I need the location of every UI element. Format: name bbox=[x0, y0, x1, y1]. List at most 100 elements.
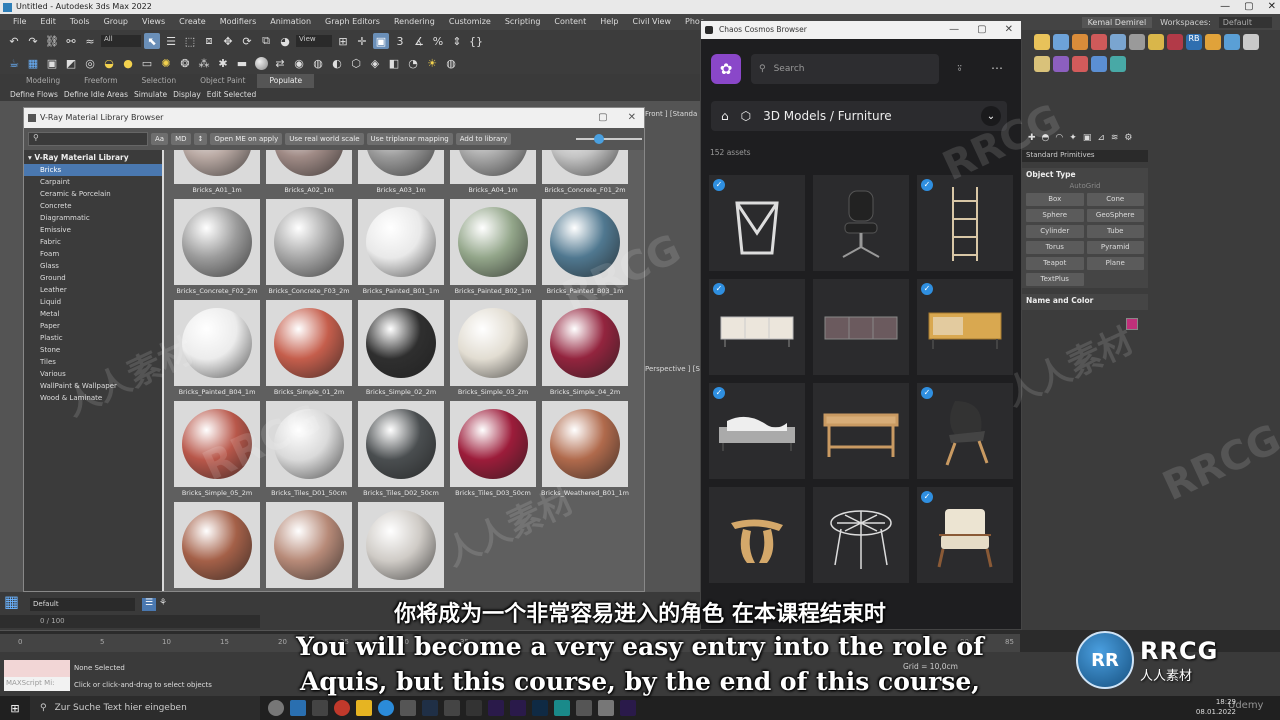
rect-selection-icon[interactable]: ⬚ bbox=[182, 33, 198, 49]
place-icon[interactable]: ◕ bbox=[277, 33, 293, 49]
rt-icon-8[interactable] bbox=[1167, 34, 1183, 50]
vray-toolbar-button-4[interactable]: Use real world scale bbox=[285, 133, 364, 145]
create-box-button[interactable]: Box bbox=[1026, 193, 1084, 206]
sun-icon[interactable]: ✺ bbox=[158, 55, 174, 71]
sphere-object-icon[interactable] bbox=[253, 55, 269, 71]
premiere-icon[interactable] bbox=[510, 700, 526, 716]
material-tile[interactable]: Bricks_Weathered_B03_1m bbox=[265, 502, 353, 591]
tree-item-ceramic-porcelain[interactable]: Ceramic & Porcelain bbox=[24, 188, 162, 200]
user-account[interactable]: Kemal Demirel bbox=[1081, 16, 1153, 28]
vray-toolbar-button-1[interactable]: MD bbox=[171, 133, 191, 145]
steam-icon[interactable] bbox=[290, 700, 306, 716]
rt-icon-1[interactable] bbox=[1034, 34, 1050, 50]
cosmos-asset-daybed[interactable]: ✓ bbox=[709, 383, 805, 479]
keyboard-shortcut-icon[interactable]: ▣ bbox=[373, 33, 389, 49]
teapot-icon[interactable]: ☕ bbox=[6, 55, 22, 71]
vray-toolbar-button-2[interactable]: ↕ bbox=[193, 133, 208, 145]
pivot-icon[interactable]: ⊞ bbox=[335, 33, 351, 49]
cosmos-asset-shell-chair[interactable]: ✓ bbox=[917, 383, 1013, 479]
after-effects-icon[interactable] bbox=[488, 700, 504, 716]
menu-edit[interactable]: Edit bbox=[33, 14, 63, 30]
cosmos-asset-console-table[interactable] bbox=[813, 383, 909, 479]
rt-icon-4[interactable] bbox=[1091, 34, 1107, 50]
material-tile[interactable]: Bricks_Tiles_D02_50cm bbox=[358, 401, 444, 499]
cosmos-asset-sideboard-white[interactable]: ✓ bbox=[709, 279, 805, 375]
create-cone-button[interactable]: Cone bbox=[1086, 193, 1144, 206]
frame-buffer-icon[interactable]: ◩ bbox=[63, 55, 79, 71]
workspace-select[interactable]: Default bbox=[1218, 16, 1272, 28]
tree-item-fabric[interactable]: Fabric bbox=[24, 236, 162, 248]
tree-item-liquid[interactable]: Liquid bbox=[24, 296, 162, 308]
tree-item-diagrammatic[interactable]: Diagrammatic bbox=[24, 212, 162, 224]
helpers-icon[interactable]: ⊿ bbox=[1097, 133, 1105, 143]
rt-icon-15[interactable] bbox=[1072, 55, 1088, 72]
ribbon-item-display[interactable]: Display bbox=[173, 88, 207, 101]
rt-icon-11[interactable] bbox=[1224, 34, 1240, 50]
material-tile[interactable]: Bricks_Concrete_F02_2m bbox=[174, 199, 260, 297]
cosmos-asset-sideboard-wood[interactable]: ✓ bbox=[917, 279, 1013, 375]
app-icon-2[interactable] bbox=[312, 700, 328, 716]
globe-icon[interactable]: ◍ bbox=[443, 55, 459, 71]
name-color-title[interactable]: Name and Color bbox=[1026, 296, 1144, 305]
percent-snap-icon[interactable]: % bbox=[430, 33, 446, 49]
cosmos-asset-office-chair[interactable] bbox=[813, 175, 909, 271]
plane-light-icon[interactable]: ▭ bbox=[139, 55, 155, 71]
material-tile[interactable]: Bricks_A03_1m bbox=[358, 150, 444, 196]
front-viewport-label[interactable]: Front ] [Standa bbox=[645, 110, 697, 118]
ribbon-tab-freeform[interactable]: Freeform bbox=[72, 74, 129, 88]
cosmos-asset-butterfly-stool[interactable] bbox=[709, 487, 805, 583]
tree-item-paper[interactable]: Paper bbox=[24, 320, 162, 332]
vray-maximize-icon[interactable]: ▢ bbox=[598, 108, 607, 128]
ribbon-item-define-flows[interactable]: Define Flows bbox=[10, 88, 64, 101]
rt-icon-17[interactable] bbox=[1110, 55, 1126, 72]
ribbon-tab-populate[interactable]: Populate bbox=[257, 74, 315, 88]
menu-create[interactable]: Create bbox=[172, 14, 213, 30]
material-tile[interactable]: Bricks_Weathered_B04_1m bbox=[357, 502, 445, 591]
cosmos-asset-side-table[interactable]: ✓ bbox=[709, 175, 805, 271]
material-tile[interactable]: Bricks_Simple_01_2m bbox=[266, 300, 352, 398]
ribbon-tab-modeling[interactable]: Modeling bbox=[14, 74, 72, 88]
rt-icon-12[interactable] bbox=[1243, 34, 1259, 50]
render-icon[interactable]: ▣ bbox=[44, 55, 60, 71]
material-lib-icon[interactable]: ◍ bbox=[310, 55, 326, 71]
material-tile[interactable]: Bricks_A01_1m bbox=[174, 150, 260, 196]
link-icon[interactable]: ⛓ bbox=[44, 33, 60, 49]
autogrid-checkbox[interactable]: AutoGrid bbox=[1026, 182, 1144, 190]
light-icon[interactable]: ◎ bbox=[82, 55, 98, 71]
menu-tools[interactable]: Tools bbox=[63, 14, 97, 30]
explorer-icon[interactable] bbox=[356, 700, 372, 716]
material-tile[interactable]: Bricks_Painted_B02_1m bbox=[450, 199, 536, 297]
cosmos-category[interactable]: 3D Models / Furniture bbox=[763, 109, 969, 123]
slider-knob[interactable] bbox=[594, 134, 604, 144]
vray-toolbar-button-3[interactable]: Open ME on apply bbox=[210, 133, 283, 145]
fur-icon[interactable]: ✱ bbox=[215, 55, 231, 71]
cameras-icon[interactable]: ▣ bbox=[1083, 133, 1092, 143]
select-by-name-icon[interactable]: ☰ bbox=[163, 33, 179, 49]
spinner-snap-icon[interactable]: ⇕ bbox=[449, 33, 465, 49]
move-icon[interactable]: ✥ bbox=[220, 33, 236, 49]
material-tile[interactable]: Bricks_Weathered_B02_1m bbox=[173, 502, 261, 591]
ribbon-item-define-idle-areas[interactable]: Define Idle Areas bbox=[64, 88, 134, 101]
rt-icon-5[interactable] bbox=[1110, 34, 1126, 50]
object-type-title[interactable]: Object Type bbox=[1026, 170, 1144, 179]
material-tile[interactable]: Bricks_A04_1m bbox=[450, 150, 536, 196]
tree-item-metal[interactable]: Metal bbox=[24, 308, 162, 320]
tree-item-bricks[interactable]: Bricks bbox=[24, 164, 162, 176]
reference-coord-select[interactable]: View bbox=[296, 35, 332, 47]
rt-icon-16[interactable] bbox=[1091, 55, 1107, 72]
object-color-swatch[interactable] bbox=[1126, 318, 1138, 330]
window-crossing-icon[interactable]: ⧈ bbox=[201, 33, 217, 49]
taskbar-search[interactable]: ⚲ Zur Suche Text hier eingeben bbox=[30, 696, 260, 720]
rt-icon-6[interactable] bbox=[1129, 34, 1145, 50]
close-icon[interactable]: ✕ bbox=[1268, 0, 1276, 14]
vray-close-icon[interactable]: ✕ bbox=[628, 108, 636, 128]
snaps-toggle-icon[interactable]: 3 bbox=[392, 33, 408, 49]
thumbnail-size-slider[interactable] bbox=[576, 128, 642, 150]
rotate-icon[interactable]: ⟳ bbox=[239, 33, 255, 49]
select-object-icon[interactable]: ⬉ bbox=[144, 33, 160, 49]
tree-item-emissive[interactable]: Emissive bbox=[24, 224, 162, 236]
cosmos-close-icon[interactable]: ✕ bbox=[1005, 21, 1013, 39]
spacewarps-icon[interactable]: ≋ bbox=[1111, 133, 1119, 143]
vray-search-input[interactable]: ⚲ bbox=[28, 132, 148, 146]
menu-content[interactable]: Content bbox=[547, 14, 593, 30]
